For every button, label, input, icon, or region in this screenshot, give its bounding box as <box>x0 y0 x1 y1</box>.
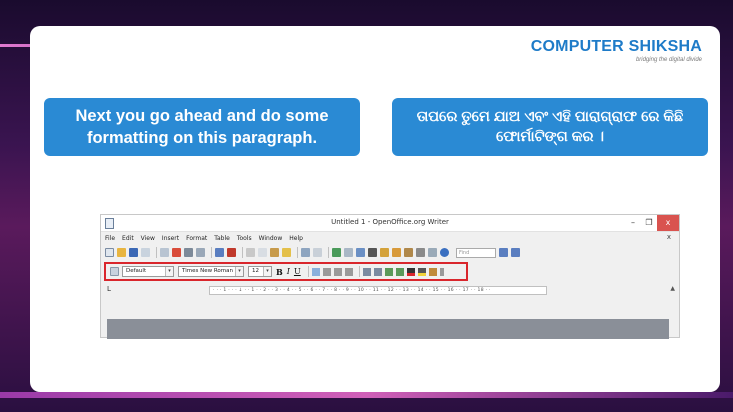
menu-table[interactable]: Table <box>214 235 230 242</box>
print-icon[interactable] <box>184 248 193 257</box>
toolbar-separator <box>307 266 309 277</box>
find-replace-icon[interactable] <box>368 248 377 257</box>
spellcheck-icon[interactable] <box>215 248 224 257</box>
document-area[interactable] <box>107 319 669 339</box>
print-preview-icon[interactable] <box>196 248 205 257</box>
numbering-icon[interactable] <box>362 267 371 276</box>
data-sources-icon[interactable] <box>404 248 413 257</box>
highlighting-icon[interactable] <box>417 267 426 276</box>
logo-tagline: bridging the digital divide <box>635 57 702 63</box>
font-name-value: Times New Roman <box>182 268 233 274</box>
undo-icon[interactable] <box>301 248 310 257</box>
toolbar-separator <box>297 247 298 258</box>
show-draw-functions-icon[interactable] <box>356 248 365 257</box>
export-pdf-icon[interactable] <box>172 248 181 257</box>
chevron-down-icon: ▾ <box>263 267 271 276</box>
english-instruction-text: Next you go ahead and do some formatting… <box>75 107 329 147</box>
toolbar-separator <box>328 247 329 258</box>
hyperlink-icon[interactable] <box>332 248 341 257</box>
toolbar-separator <box>242 247 243 258</box>
gallery-icon[interactable] <box>392 248 401 257</box>
clone-formatting-icon[interactable] <box>282 248 291 257</box>
logo-name: COMPUTER SHIKSHA <box>530 38 702 55</box>
nonprinting-characters-icon[interactable] <box>416 248 425 257</box>
email-icon[interactable] <box>141 248 150 257</box>
odia-instruction-callout: ତାପରେ ତୁମେ ଯାଅ ଏବଂ ଏହି ପାରାଗ୍ରାଫ ରେ କିଛି… <box>392 98 708 156</box>
menu-tools[interactable]: Tools <box>237 235 252 242</box>
cut-icon[interactable] <box>246 248 255 257</box>
ruler-row: L · · · 1 · · · ↓ · · 1 · · 2 · · 3 · · … <box>101 283 679 297</box>
font-color-icon[interactable] <box>406 267 415 276</box>
standard-toolbar: Find <box>101 244 679 261</box>
document-close-icon[interactable]: x <box>667 233 671 241</box>
background-color-icon[interactable] <box>428 267 437 276</box>
navigator-icon[interactable] <box>380 248 389 257</box>
help-icon[interactable] <box>440 248 449 257</box>
english-instruction-callout: Next you go ahead and do some formatting… <box>44 98 360 156</box>
paragraph-style-value: Default <box>126 268 147 274</box>
toolbar-separator <box>358 266 360 277</box>
align-center-icon[interactable] <box>322 267 331 276</box>
scroll-up-icon[interactable]: ▲ <box>670 285 675 292</box>
window-controls: – ❐ x <box>625 215 679 231</box>
formatting-toolbar: Default ▾ Times New Roman ▾ 12 ▾ B I U <box>104 262 468 281</box>
decrease-indent-icon[interactable] <box>384 267 393 276</box>
horizontal-ruler[interactable]: · · · 1 · · · ↓ · · 1 · · 2 · · 3 · · 4 … <box>209 286 547 295</box>
restore-button[interactable]: ❐ <box>641 215 657 231</box>
font-size-dropdown[interactable]: 12 ▾ <box>248 266 272 277</box>
window-titlebar: Untitled 1 - OpenOffice.org Writer – ❐ x <box>101 215 679 232</box>
find-previous-icon[interactable] <box>511 248 520 257</box>
increase-indent-icon[interactable] <box>395 267 404 276</box>
writer-screenshot: Untitled 1 - OpenOffice.org Writer – ❐ x… <box>100 214 680 339</box>
menu-window[interactable]: Window <box>259 235 283 242</box>
chevron-down-icon: ▾ <box>235 267 243 276</box>
autospellcheck-icon[interactable] <box>227 248 236 257</box>
save-icon[interactable] <box>129 248 138 257</box>
paste-icon[interactable] <box>270 248 279 257</box>
underline-button[interactable]: U <box>294 267 301 276</box>
find-input[interactable]: Find <box>456 247 496 258</box>
menu-format[interactable]: Format <box>186 235 207 242</box>
chevron-down-icon: ▾ <box>165 267 173 276</box>
edit-file-icon[interactable] <box>160 248 169 257</box>
font-size-value: 12 <box>252 268 259 274</box>
menu-edit[interactable]: Edit <box>122 235 134 242</box>
toolbar-separator <box>156 247 157 258</box>
menu-insert[interactable]: Insert <box>162 235 179 242</box>
tab-stop-selector-icon[interactable]: L <box>107 285 111 293</box>
styles-formatting-icon[interactable] <box>110 267 119 276</box>
bold-button[interactable]: B <box>276 267 283 277</box>
open-icon[interactable] <box>117 248 126 257</box>
justify-icon[interactable] <box>344 267 353 276</box>
menubar: File Edit View Insert Format Table Tools… <box>101 232 679 244</box>
table-icon[interactable] <box>344 248 353 257</box>
paragraph-style-dropdown[interactable]: Default ▾ <box>122 266 174 277</box>
minimize-button[interactable]: – <box>625 215 641 231</box>
toolbar-separator <box>211 247 212 258</box>
align-left-icon[interactable] <box>311 267 320 276</box>
redo-icon[interactable] <box>313 248 322 257</box>
slide-card: COMPUTER SHIKSHA bridging the digital di… <box>30 26 720 392</box>
align-right-icon[interactable] <box>333 267 342 276</box>
italic-button[interactable]: I <box>287 267 290 276</box>
window-title: Untitled 1 - OpenOffice.org Writer <box>331 218 449 226</box>
zoom-icon[interactable] <box>428 248 437 257</box>
menu-view[interactable]: View <box>141 235 155 242</box>
bullets-icon[interactable] <box>373 267 382 276</box>
more-options-icon[interactable] <box>439 267 444 276</box>
find-next-icon[interactable] <box>499 248 508 257</box>
logo: COMPUTER SHIKSHA bridging the digital di… <box>531 38 702 63</box>
menu-file[interactable]: File <box>105 235 115 242</box>
bg-streak-bottom <box>0 392 733 398</box>
menu-help[interactable]: Help <box>289 235 303 242</box>
new-document-icon[interactable] <box>105 248 114 257</box>
close-button[interactable]: x <box>657 215 679 231</box>
font-name-dropdown[interactable]: Times New Roman ▾ <box>178 266 244 277</box>
copy-icon[interactable] <box>258 248 267 257</box>
odia-instruction-text: ତାପରେ ତୁମେ ଯାଅ ଏବଂ ଏହି ପାରାଗ୍ରାଫ ରେ କିଛି… <box>416 109 684 145</box>
